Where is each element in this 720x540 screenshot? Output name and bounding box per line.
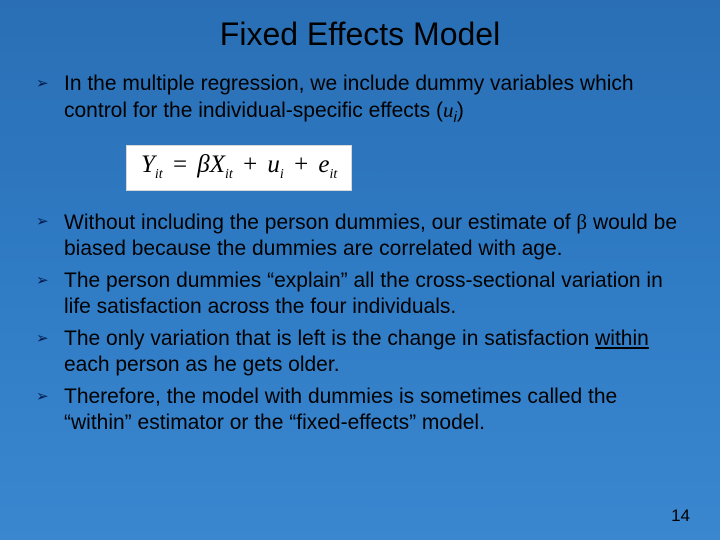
eq-sub-it: it [225, 167, 233, 182]
slide-content: ➢ In the multiple regression, we include… [0, 63, 720, 436]
bullet-text: In the multiple regression, we include d… [64, 71, 684, 131]
bullet-glyph-icon: ➢ [36, 326, 64, 352]
var-u: u [443, 98, 454, 122]
eq-plus: + [294, 151, 308, 178]
bullet-item: ➢ Therefore, the model with dummies is s… [36, 384, 684, 436]
bullet-item: ➢ The only variation that is left is the… [36, 326, 684, 378]
bullet-text: The only variation that is left is the c… [64, 326, 684, 378]
bullet-glyph-icon: ➢ [36, 209, 64, 235]
beta-symbol: β [576, 210, 587, 234]
text-fragment: Without including the person dummies, ou… [64, 211, 576, 234]
eq-e: e [318, 151, 329, 178]
eq-sub-it: it [155, 167, 163, 182]
bullet-glyph-icon: ➢ [36, 71, 64, 97]
eq-sub-i: i [280, 167, 284, 182]
eq-beta: β [197, 151, 209, 178]
bullet-item: ➢ Without including the person dummies, … [36, 209, 684, 262]
eq-Y: Y [141, 151, 155, 178]
text-fragment: each person as he gets older. [64, 353, 340, 376]
equation: Yit = βXit + ui + eit [126, 145, 352, 191]
eq-equals: = [173, 151, 187, 178]
page-number: 14 [671, 506, 690, 526]
bullet-item: ➢ The person dummies “explain” all the c… [36, 268, 684, 320]
bullet-text: The person dummies “explain” all the cro… [64, 268, 684, 320]
eq-u: u [267, 151, 280, 178]
bullet-text: Without including the person dummies, ou… [64, 209, 684, 262]
bullet-glyph-icon: ➢ [36, 268, 64, 294]
text-fragment: The only variation that is left is the c… [64, 327, 595, 350]
eq-plus: + [243, 151, 257, 178]
text-fragment: In the multiple regression, we include d… [64, 72, 634, 122]
bullet-glyph-icon: ➢ [36, 384, 64, 410]
bullet-text: Therefore, the model with dummies is som… [64, 384, 684, 436]
eq-sub-it: it [330, 167, 338, 182]
slide-title: Fixed Effects Model [0, 0, 720, 63]
eq-X: X [210, 151, 225, 178]
underlined-word: within [595, 327, 649, 350]
text-fragment: ) [457, 99, 464, 122]
equation-container: Yit = βXit + ui + eit [126, 145, 684, 191]
bullet-item: ➢ In the multiple regression, we include… [36, 71, 684, 131]
